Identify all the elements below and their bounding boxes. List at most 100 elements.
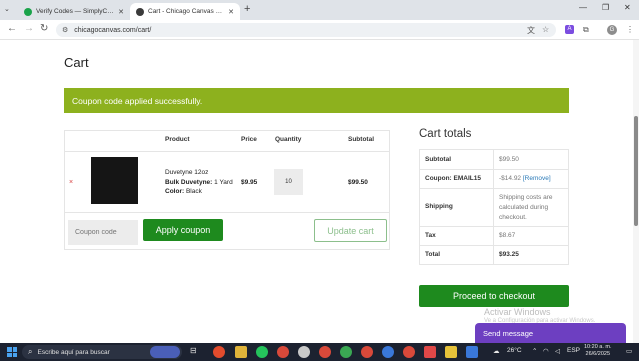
translate-icon[interactable]: 文 [527,25,535,36]
tab-simplycodes[interactable]: Verify Codes — SimplyCodes ✕ [18,3,130,20]
search-highlight-icon[interactable] [150,346,180,358]
apply-coupon-button[interactable]: Apply coupon [143,219,223,241]
page-title: Cart [64,55,89,70]
quantity-input[interactable]: 10 [274,169,303,195]
divider [419,188,569,189]
send-message-widget[interactable]: Send message [475,323,626,343]
tab-cart[interactable]: Cart - Chicago Canvas and Sup ✕ [130,3,240,20]
browser-tab-strip: ⌄ Verify Codes — SimplyCodes ✕ Cart - Ch… [0,0,639,20]
tax-value: $8.67 [499,232,516,239]
remove-item-button[interactable]: × [69,179,73,186]
item-price: $9.95 [241,179,258,186]
extensions-puzzle-icon[interactable]: ⧉ [583,25,589,35]
reload-icon[interactable]: ↻ [40,23,48,34]
temperature-text[interactable]: 26°C [507,347,522,354]
total-value: $93.25 [499,251,519,258]
tab-title: Cart - Chicago Canvas and Sup [148,8,224,15]
chrome-active-icon[interactable] [298,346,310,358]
forward-icon[interactable]: → [24,23,34,34]
task-view-icon[interactable]: ⊟ [190,346,202,358]
coupon-code-input[interactable] [68,220,138,245]
notifications-icon[interactable]: ▭ [626,347,632,355]
cart-totals-title: Cart totals [419,128,472,140]
divider [64,212,390,213]
chrome-profile-icon[interactable] [319,346,331,358]
file-explorer-icon[interactable] [235,346,247,358]
variation-label: Bulk Duvetyne: [165,179,213,186]
product-variation: Bulk Duvetyne: 1 Yard [165,179,233,186]
tax-label: Tax [425,232,436,239]
item-subtotal: $99.50 [348,179,368,186]
volume-icon[interactable]: ◁ [555,347,560,355]
column-header-price: Price [241,136,257,143]
site-info-icon[interactable]: ⚙ [62,26,68,34]
color-value: Black [185,188,202,195]
chrome-profile-icon[interactable] [277,346,289,358]
clock-date: 26/6/2025 [585,351,610,357]
clock-time: 10:20 a. m. [584,344,612,350]
coupon-value: -$14.92 [Remove] [499,175,551,182]
column-header-subtotal: Subtotal [348,136,374,143]
browser-menu-icon[interactable]: ⋮ [626,25,634,34]
minimize-icon[interactable]: — [579,3,587,12]
divider [64,151,390,152]
taskbar-clock[interactable]: 10:20 a. m. 26/6/2025 [584,344,612,358]
tab-title: Verify Codes — SimplyCodes [36,8,115,15]
divider [419,169,569,170]
restore-icon[interactable]: ❐ [602,3,609,12]
coupon-discount: -$14.92 [499,175,522,182]
subtotal-label: Subtotal [425,156,451,163]
chrome-profile-icon[interactable] [361,346,373,358]
divider [419,245,569,246]
back-icon[interactable]: ← [7,23,17,34]
remove-coupon-link[interactable]: [Remove] [523,175,551,182]
tab-search-icon[interactable]: ⌄ [4,5,10,13]
activate-windows-watermark: Activar Windows [484,307,551,317]
windows-start-icon[interactable] [7,347,17,357]
variation-value: 1 Yard [214,179,233,186]
sticky-notes-icon[interactable] [445,346,457,358]
chrome-profile-icon[interactable] [340,346,352,358]
subtotal-value: $99.50 [499,156,519,163]
url-text: chicagocanvas.com/cart/ [74,26,152,34]
total-label: Total [425,251,441,258]
chrome-profile-icon[interactable] [382,346,394,358]
success-notice: Coupon code applied successfully. [64,88,569,113]
new-tab-icon[interactable]: + [244,3,250,15]
product-name-link[interactable]: Duvetyne 12oz [165,169,208,176]
search-icon: ⌕ [28,347,33,356]
chrome-icon[interactable] [213,346,225,358]
shipping-value: Shipping costs are calculated during che… [499,194,553,221]
close-tab-icon[interactable]: ✕ [118,8,124,16]
proceed-to-checkout-button[interactable]: Proceed to checkout [419,285,569,307]
language-indicator[interactable]: ESP [567,347,580,354]
divider [493,149,494,265]
network-icon[interactable]: ◠ [543,347,549,355]
app-icon[interactable] [424,346,436,358]
weather-icon[interactable]: ☁ [493,347,500,355]
taskbar-search-placeholder: Escribe aquí para buscar [37,348,110,356]
divider [419,226,569,227]
product-color: Color: Black [165,188,202,195]
shipping-label: Shipping [425,203,453,210]
simplycodes-favicon-icon [24,7,32,16]
update-cart-button[interactable]: Update cart [314,219,387,242]
product-thumbnail[interactable] [91,157,138,204]
chrome-profile-icon[interactable] [403,346,415,358]
column-header-product: Product [165,136,190,143]
browser-toolbar: ← → ↻ ⚙ chicagocanvas.com/cart/ 文 ☆ A ⧉ … [0,20,639,40]
close-window-icon[interactable]: ✕ [624,3,631,12]
color-label: Color: [165,188,185,195]
coupon-label: Coupon: EMAIL15 [425,175,481,182]
extension-icon[interactable]: A [565,25,574,34]
chicago-canvas-favicon-icon [136,7,144,16]
address-bar[interactable]: ⚙ chicagocanvas.com/cart/ [56,23,556,37]
profile-avatar[interactable]: G [607,25,617,35]
whatsapp-icon[interactable] [256,346,268,358]
column-header-quantity: Quantity [275,136,302,143]
tray-chevron-icon[interactable]: ⌃ [532,347,537,355]
scrollbar-thumb[interactable] [634,116,638,226]
app-icon[interactable] [466,346,478,358]
bookmark-star-icon[interactable]: ☆ [542,25,549,34]
close-tab-icon[interactable]: ✕ [228,8,234,16]
